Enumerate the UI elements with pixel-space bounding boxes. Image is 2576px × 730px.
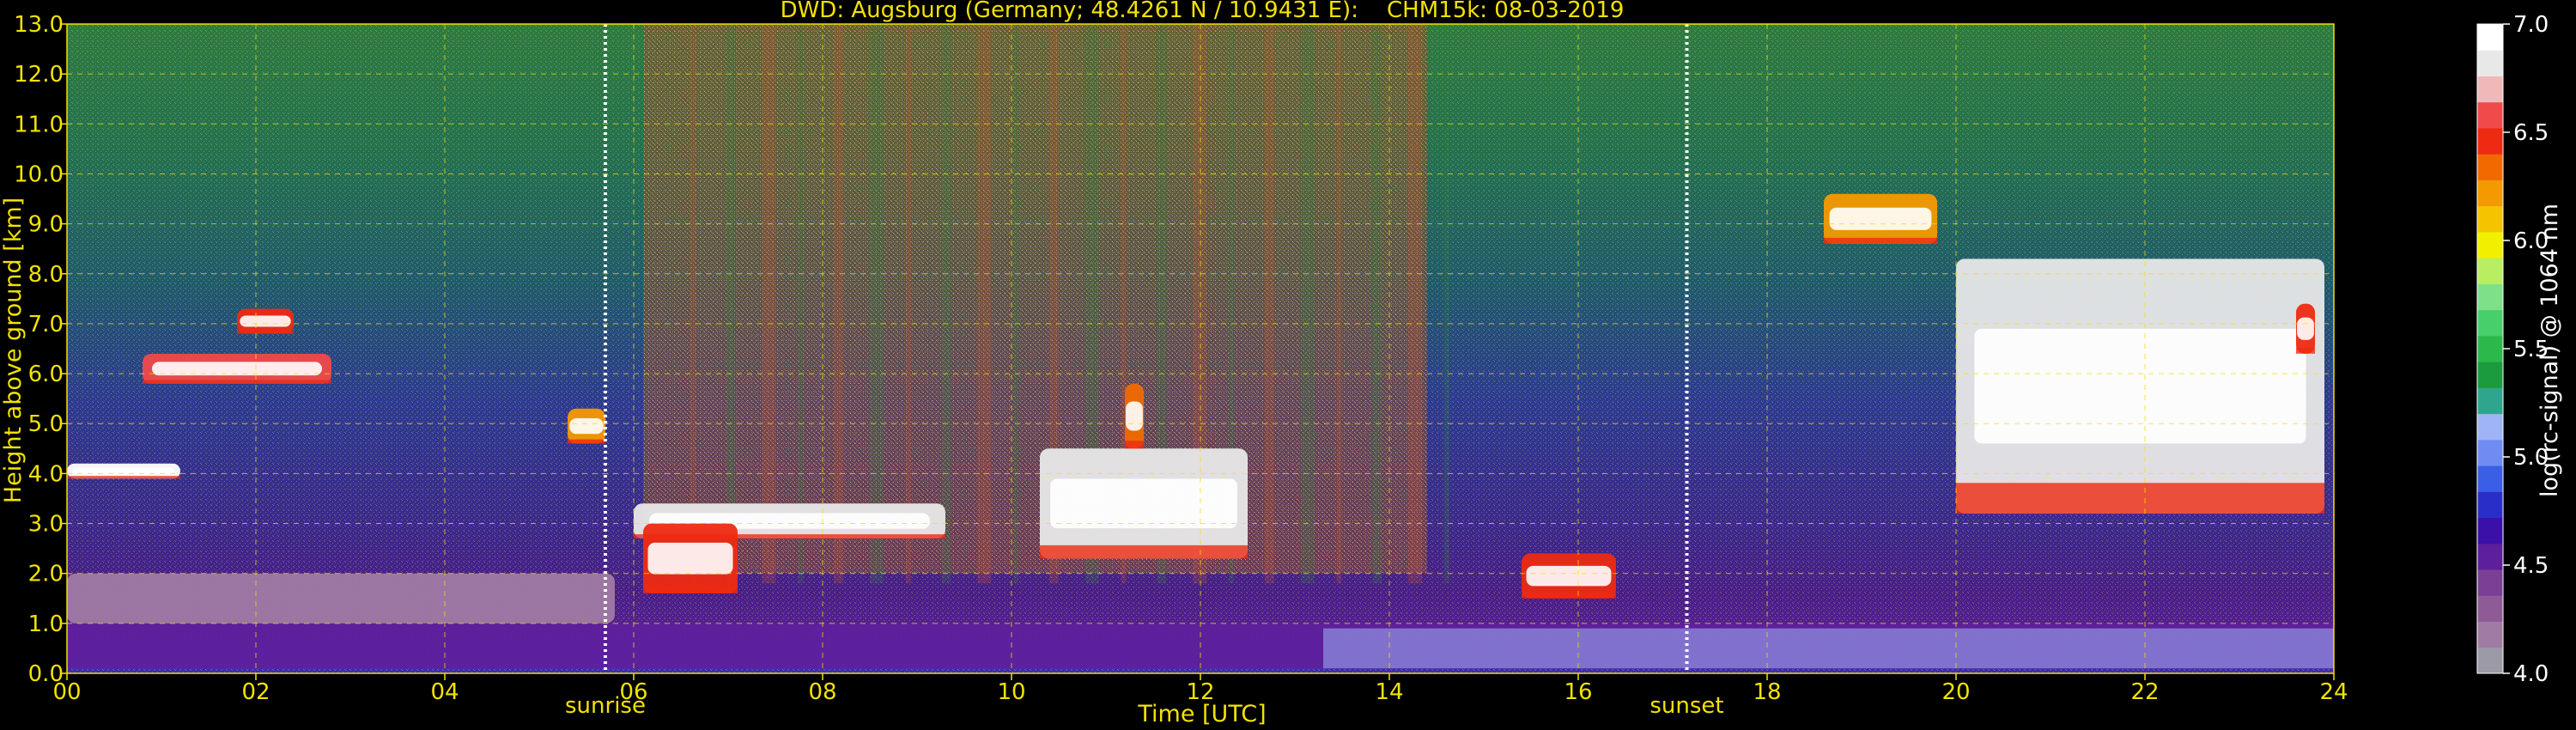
cloud-edge bbox=[1956, 483, 2324, 514]
cloud-edge bbox=[1824, 237, 1937, 244]
colorbar-swatch bbox=[2477, 205, 2503, 233]
cloud-core bbox=[1526, 565, 1612, 587]
cloud-core bbox=[1050, 478, 1237, 529]
colorbar-tick-label: 6.5 bbox=[2513, 120, 2549, 146]
cloud-core bbox=[1974, 328, 2306, 444]
y-tick-label: 6.0 bbox=[28, 362, 64, 387]
cloud-edge bbox=[143, 380, 331, 384]
cloud-core bbox=[2297, 317, 2314, 340]
cloud-edge bbox=[237, 331, 294, 334]
cloud-core bbox=[647, 542, 733, 575]
colorbar-label: log(rc-signal) @ 1064 nm bbox=[2537, 204, 2563, 497]
x-axis-label: Time [UTC] bbox=[1137, 701, 1266, 727]
y-tick-label: 8.0 bbox=[28, 262, 64, 288]
colorbar-swatch bbox=[2477, 387, 2503, 415]
y-tick-label: 5.0 bbox=[28, 411, 64, 437]
colorbar-tick-label: 4.0 bbox=[2513, 661, 2549, 687]
colorbar-swatch bbox=[2477, 595, 2503, 623]
y-tick-label: 13.0 bbox=[14, 12, 64, 38]
colorbar-swatch bbox=[2477, 491, 2503, 519]
chart-title: DWD: Augsburg (Germany; 48.4261 N / 10.9… bbox=[781, 0, 1625, 23]
x-tick-label: 24 bbox=[2319, 679, 2348, 705]
colorbar-swatch bbox=[2477, 465, 2503, 492]
y-tick-label: 2.0 bbox=[28, 562, 64, 587]
y-tick-label: 1.0 bbox=[28, 611, 64, 637]
y-tick-label: 3.0 bbox=[28, 512, 64, 538]
x-tick-label: 08 bbox=[808, 679, 836, 705]
cloud-edge bbox=[2296, 347, 2315, 354]
y-tick-label: 0.0 bbox=[28, 661, 64, 687]
y-tick-label: 9.0 bbox=[28, 212, 64, 238]
x-tick-label: 04 bbox=[430, 679, 459, 705]
y-axis-label: Height above ground [km] bbox=[0, 198, 27, 503]
colorbar-swatch bbox=[2477, 621, 2503, 648]
y-tick-label: 11.0 bbox=[14, 112, 64, 137]
colorbar-swatch bbox=[2477, 127, 2503, 155]
colorbar-swatch bbox=[2477, 569, 2503, 596]
colorbar-tick-label: 7.0 bbox=[2513, 12, 2549, 38]
colorbar-swatch bbox=[2477, 50, 2503, 76]
colorbar-swatch bbox=[2477, 335, 2503, 362]
y-tick-label: 7.0 bbox=[28, 312, 64, 338]
colorbar-swatch bbox=[2477, 24, 2503, 51]
colorbar-swatch bbox=[2477, 258, 2503, 284]
x-tick-label: 06 bbox=[619, 679, 647, 705]
cloud-core bbox=[1829, 207, 1932, 230]
x-tick-label: 20 bbox=[1941, 679, 1970, 705]
x-tick-label: 14 bbox=[1375, 679, 1403, 705]
x-tick-label: 10 bbox=[997, 679, 1025, 705]
x-tick-label: 18 bbox=[1753, 679, 1781, 705]
colorbar-swatch bbox=[2477, 517, 2503, 544]
colorbar-swatch bbox=[2477, 543, 2503, 570]
sunset-label: sunset bbox=[1649, 693, 1723, 719]
cloud-edge bbox=[643, 585, 738, 593]
colorbar-swatch bbox=[2477, 231, 2503, 259]
lidar-backscatter-chart: sunrise sunset 00 02 04 06 08 10 12 14 16 18 20 22 24… bbox=[0, 0, 2563, 727]
y-tick-label: 12.0 bbox=[14, 62, 64, 88]
cloud-edge bbox=[1522, 593, 1616, 599]
cloud-core bbox=[240, 315, 291, 327]
colorbar-swatch bbox=[2477, 647, 2503, 674]
x-tick-label: 02 bbox=[241, 679, 270, 705]
plot-area: sunrise sunset bbox=[66, 23, 2335, 719]
cloud-edge bbox=[1040, 544, 1248, 559]
cloud-core bbox=[569, 417, 604, 435]
cloud-edge bbox=[67, 476, 180, 479]
residual-layer bbox=[67, 573, 615, 624]
colorbar-swatch bbox=[2477, 101, 2503, 129]
y-tick-label: 4.0 bbox=[28, 461, 64, 487]
x-tick-label: 16 bbox=[1564, 679, 1592, 705]
mixed-layer bbox=[1323, 628, 2334, 669]
colorbar-swatch bbox=[2477, 362, 2503, 388]
colorbar-swatches bbox=[2477, 24, 2503, 674]
colorbar-swatch bbox=[2477, 283, 2503, 311]
colorbar-swatch bbox=[2477, 413, 2503, 441]
y-tick-label: 10.0 bbox=[14, 161, 64, 187]
colorbar-swatch bbox=[2477, 76, 2503, 103]
cloud-edge bbox=[568, 439, 605, 444]
cloud-edge bbox=[1125, 441, 1144, 449]
colorbar-tick-label: 4.5 bbox=[2513, 553, 2549, 579]
colorbar-swatch bbox=[2477, 154, 2503, 180]
cloud-core bbox=[1126, 401, 1143, 431]
colorbar-swatch bbox=[2477, 309, 2503, 337]
colorbar-swatch bbox=[2477, 179, 2503, 207]
colorbar-swatch bbox=[2477, 439, 2503, 466]
colorbar: 4.04.55.05.56.06.57.0 log(rc-signal) @ 1… bbox=[2476, 12, 2563, 687]
x-tick-label: 22 bbox=[2130, 679, 2159, 705]
